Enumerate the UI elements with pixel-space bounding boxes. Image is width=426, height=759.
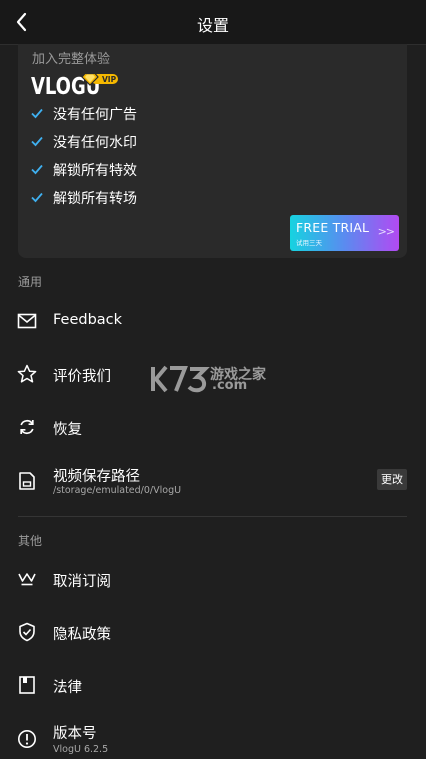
feature-text: 解锁所有特效 <box>53 163 137 179</box>
restore-row[interactable]: 恢复 <box>0 406 426 448</box>
watermark-domain: .com <box>212 378 248 393</box>
feature-text: 没有任何水印 <box>53 135 137 151</box>
section-label-general: 通用 <box>18 275 43 289</box>
free-trial-button[interactable]: FREE TRIAL 试用三天 >> <box>290 215 399 251</box>
save-file-icon <box>19 472 35 490</box>
site-watermark: 游戏之家 .com <box>150 364 276 394</box>
free-trial-sublabel: 试用三天 <box>296 239 322 247</box>
promo-label: 加入完整体验 <box>32 52 111 67</box>
version-label: 版本号 <box>53 726 97 742</box>
unsubscribe-row[interactable]: 取消订阅 <box>0 558 426 600</box>
feedback-label: Feedback <box>53 312 123 328</box>
feature-text: 没有任何广告 <box>53 107 137 123</box>
feature-text: 解锁所有转场 <box>53 191 137 207</box>
feedback-row[interactable]: Feedback <box>0 300 426 342</box>
section-divider <box>18 516 407 517</box>
star-icon <box>17 364 37 383</box>
top-bar: 设置 <box>0 0 426 45</box>
rate-us-label: 评价我们 <box>53 369 111 385</box>
page-title: 设置 <box>196 16 229 35</box>
save-path-label: 视频保存路径 <box>53 469 140 485</box>
check-icon <box>31 192 43 203</box>
privacy-policy-row[interactable]: 隐私政策 <box>0 611 426 653</box>
unsubscribe-label: 取消订阅 <box>53 574 111 590</box>
legal-row[interactable]: 法律 <box>0 664 426 706</box>
vip-label: VIP <box>102 75 117 84</box>
check-icon <box>31 108 43 119</box>
free-trial-label: FREE TRIAL <box>296 220 370 235</box>
legal-label: 法律 <box>53 680 82 696</box>
check-icon <box>31 164 43 175</box>
mail-icon <box>17 313 37 329</box>
refresh-icon <box>20 419 34 435</box>
k73-logo-icon <box>151 365 210 393</box>
double-arrow-icon: >> <box>377 225 395 238</box>
version-value: VlogU 6.2.5 <box>53 744 109 755</box>
section-label-other: 其他 <box>18 534 43 548</box>
save-path-value: /storage/emulated/0/VlogU <box>53 485 182 496</box>
check-icon <box>31 136 43 147</box>
change-path-button[interactable]: 更改 <box>377 469 407 490</box>
crown-icon <box>18 573 36 586</box>
save-path-row: 视频保存路径 /storage/emulated/0/VlogU <box>0 458 426 504</box>
version-row: 版本号 VlogU 6.2.5 <box>0 717 426 759</box>
privacy-policy-label: 隐私政策 <box>53 627 111 643</box>
restore-label: 恢复 <box>53 422 82 438</box>
shield-check-icon <box>19 622 35 642</box>
book-icon <box>19 676 35 694</box>
info-icon <box>18 730 36 748</box>
premium-promo-card: 加入完整体验 VLOGU VIP 没有任何广告 没有任何水印 解锁所有特效 解锁… <box>18 44 407 258</box>
vip-badge-icon: VIP <box>81 72 118 86</box>
